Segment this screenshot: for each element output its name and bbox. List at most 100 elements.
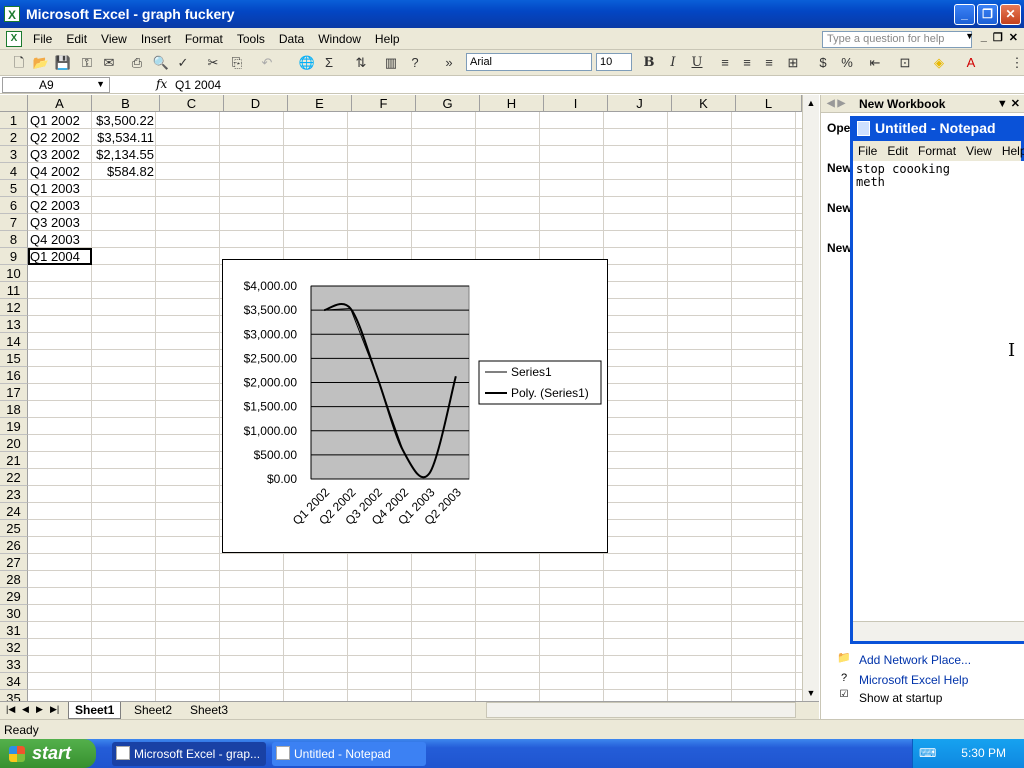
row-header[interactable]: 34 [0,673,28,690]
cell-value[interactable] [92,248,156,265]
row-header[interactable]: 18 [0,401,28,418]
row-header[interactable]: 23 [0,486,28,503]
bold-icon[interactable]: B [640,54,658,72]
row-header[interactable]: 32 [0,639,28,656]
font-name-select[interactable]: Arial [466,53,592,71]
column-header-f[interactable]: F [352,95,416,112]
row-header[interactable]: 21 [0,452,28,469]
row-header[interactable]: 6 [0,197,28,214]
hyperlink-icon[interactable]: 🌐 [298,54,316,72]
row-header[interactable]: 31 [0,622,28,639]
task-pane-back-forward-icon[interactable]: ◀ ▶ [827,95,845,113]
cell-value[interactable]: $2,134.55 [92,146,156,163]
notepad-title-bar[interactable]: Untitled - Notepad [853,116,1021,141]
column-header-a[interactable]: A [28,95,92,112]
row-header[interactable]: 14 [0,333,28,350]
save-icon[interactable]: 💾 [54,54,72,72]
merge-center-icon[interactable]: ⊞ [784,54,802,72]
cell-value[interactable]: $584.82 [92,163,156,180]
ask-dropdown-icon[interactable]: ▼ [965,31,974,41]
currency-icon[interactable]: $ [814,54,832,72]
excel-help-link[interactable]: Microsoft Excel Help [859,673,968,687]
column-header-d[interactable]: D [224,95,288,112]
menu-insert[interactable]: Insert [134,32,178,46]
cell-label[interactable]: Q3 2002 [28,146,92,163]
cell-label[interactable]: Q2 2002 [28,129,92,146]
align-left-icon[interactable]: ≡ [716,54,734,72]
row-header[interactable]: 13 [0,316,28,333]
row-header[interactable]: 28 [0,571,28,588]
cell-label[interactable]: Q1 2002 [28,112,92,129]
chart-wizard-icon[interactable]: ▥ [382,54,400,72]
menu-format[interactable]: Format [178,32,230,46]
notepad-menu-format[interactable]: Format [913,144,961,158]
cell-label[interactable]: Q3 2003 [28,214,92,231]
cell-label[interactable]: Q4 2002 [28,163,92,180]
embedded-chart[interactable]: $4,000.00 $3,500.00 $3,000.00 $2,500.00 $2,0… [222,259,608,553]
cell-value[interactable]: $3,500.22 [92,112,156,129]
row-header[interactable]: 29 [0,588,28,605]
row-header[interactable]: 4 [0,163,28,180]
row-header[interactable]: 15 [0,350,28,367]
cell-value[interactable] [92,214,156,231]
notepad-menu-view[interactable]: View [961,144,997,158]
menu-tools[interactable]: Tools [230,32,272,46]
help-icon[interactable]: ? [406,54,424,72]
notepad-window[interactable]: Untitled - Notepad File Edit Format View… [850,116,1024,644]
cell-label[interactable]: Q1 2003 [28,180,92,197]
undo-icon[interactable]: ↶ [258,54,276,72]
show-startup-checkbox[interactable]: ☑ [837,688,851,702]
row-header[interactable]: 33 [0,656,28,673]
indent-icon[interactable]: ⇤ [866,54,884,72]
open-icon[interactable]: 📂 [32,54,50,72]
column-header-g[interactable]: G [416,95,480,112]
notepad-menu-file[interactable]: File [853,144,882,158]
name-box-dropdown-icon[interactable]: ▼ [96,79,105,89]
clock[interactable]: 5:30 PM [961,746,1006,760]
row-header[interactable]: 11 [0,282,28,299]
menu-data[interactable]: Data [272,32,311,46]
formula-input[interactable]: Q1 2004 [175,78,221,92]
doc-restore-button[interactable]: ❐ [993,31,1003,44]
print-preview-icon[interactable]: 🔍 [152,54,170,72]
doc-minimize-button[interactable]: _ [981,31,987,44]
italic-icon[interactable]: I [664,54,682,72]
column-header-b[interactable]: B [92,95,160,112]
new-icon[interactable]: 🗋 [10,54,28,72]
row-header[interactable]: 7 [0,214,28,231]
cell-label[interactable]: Q4 2003 [28,231,92,248]
column-header-l[interactable]: L [736,95,802,112]
menu-window[interactable]: Window [311,32,368,46]
minimize-button[interactable]: _ [954,4,975,25]
cell-value[interactable] [92,180,156,197]
notepad-menu-help[interactable]: Help [997,144,1024,158]
scroll-up-icon[interactable]: ▲ [803,95,819,111]
toolbar-more-icon[interactable]: ⋮ [1008,54,1024,72]
name-box[interactable]: A9 ▼ [2,77,110,93]
excel-app-icon[interactable]: X [4,6,20,22]
row-header[interactable]: 10 [0,265,28,282]
row-header[interactable]: 16 [0,367,28,384]
percent-icon[interactable]: % [838,54,856,72]
insert-function-icon[interactable]: fx [156,77,167,91]
close-button[interactable]: ✕ [1000,4,1021,25]
row-header[interactable]: 9 [0,248,28,265]
row-header[interactable]: 8 [0,231,28,248]
scroll-down-icon[interactable]: ▼ [803,685,819,701]
font-size-select[interactable]: 10 [596,53,632,71]
cell-label[interactable]: Q1 2004 [28,248,92,265]
taskbar-notepad[interactable]: Untitled - Notepad [272,742,426,766]
menu-help[interactable]: Help [368,32,407,46]
start-button[interactable]: start [0,739,96,768]
toolbar-options-icon[interactable]: » [440,54,458,72]
horizontal-scrollbar[interactable] [486,702,796,718]
column-header-j[interactable]: J [608,95,672,112]
align-center-icon[interactable]: ≡ [738,54,756,72]
cell-label[interactable]: Q2 2003 [28,197,92,214]
align-right-icon[interactable]: ≡ [760,54,778,72]
add-network-place-link[interactable]: Add Network Place... [859,653,971,667]
fill-color-icon[interactable]: ◈ [930,54,948,72]
menu-edit[interactable]: Edit [59,32,94,46]
row-header[interactable]: 3 [0,146,28,163]
row-header[interactable]: 26 [0,537,28,554]
